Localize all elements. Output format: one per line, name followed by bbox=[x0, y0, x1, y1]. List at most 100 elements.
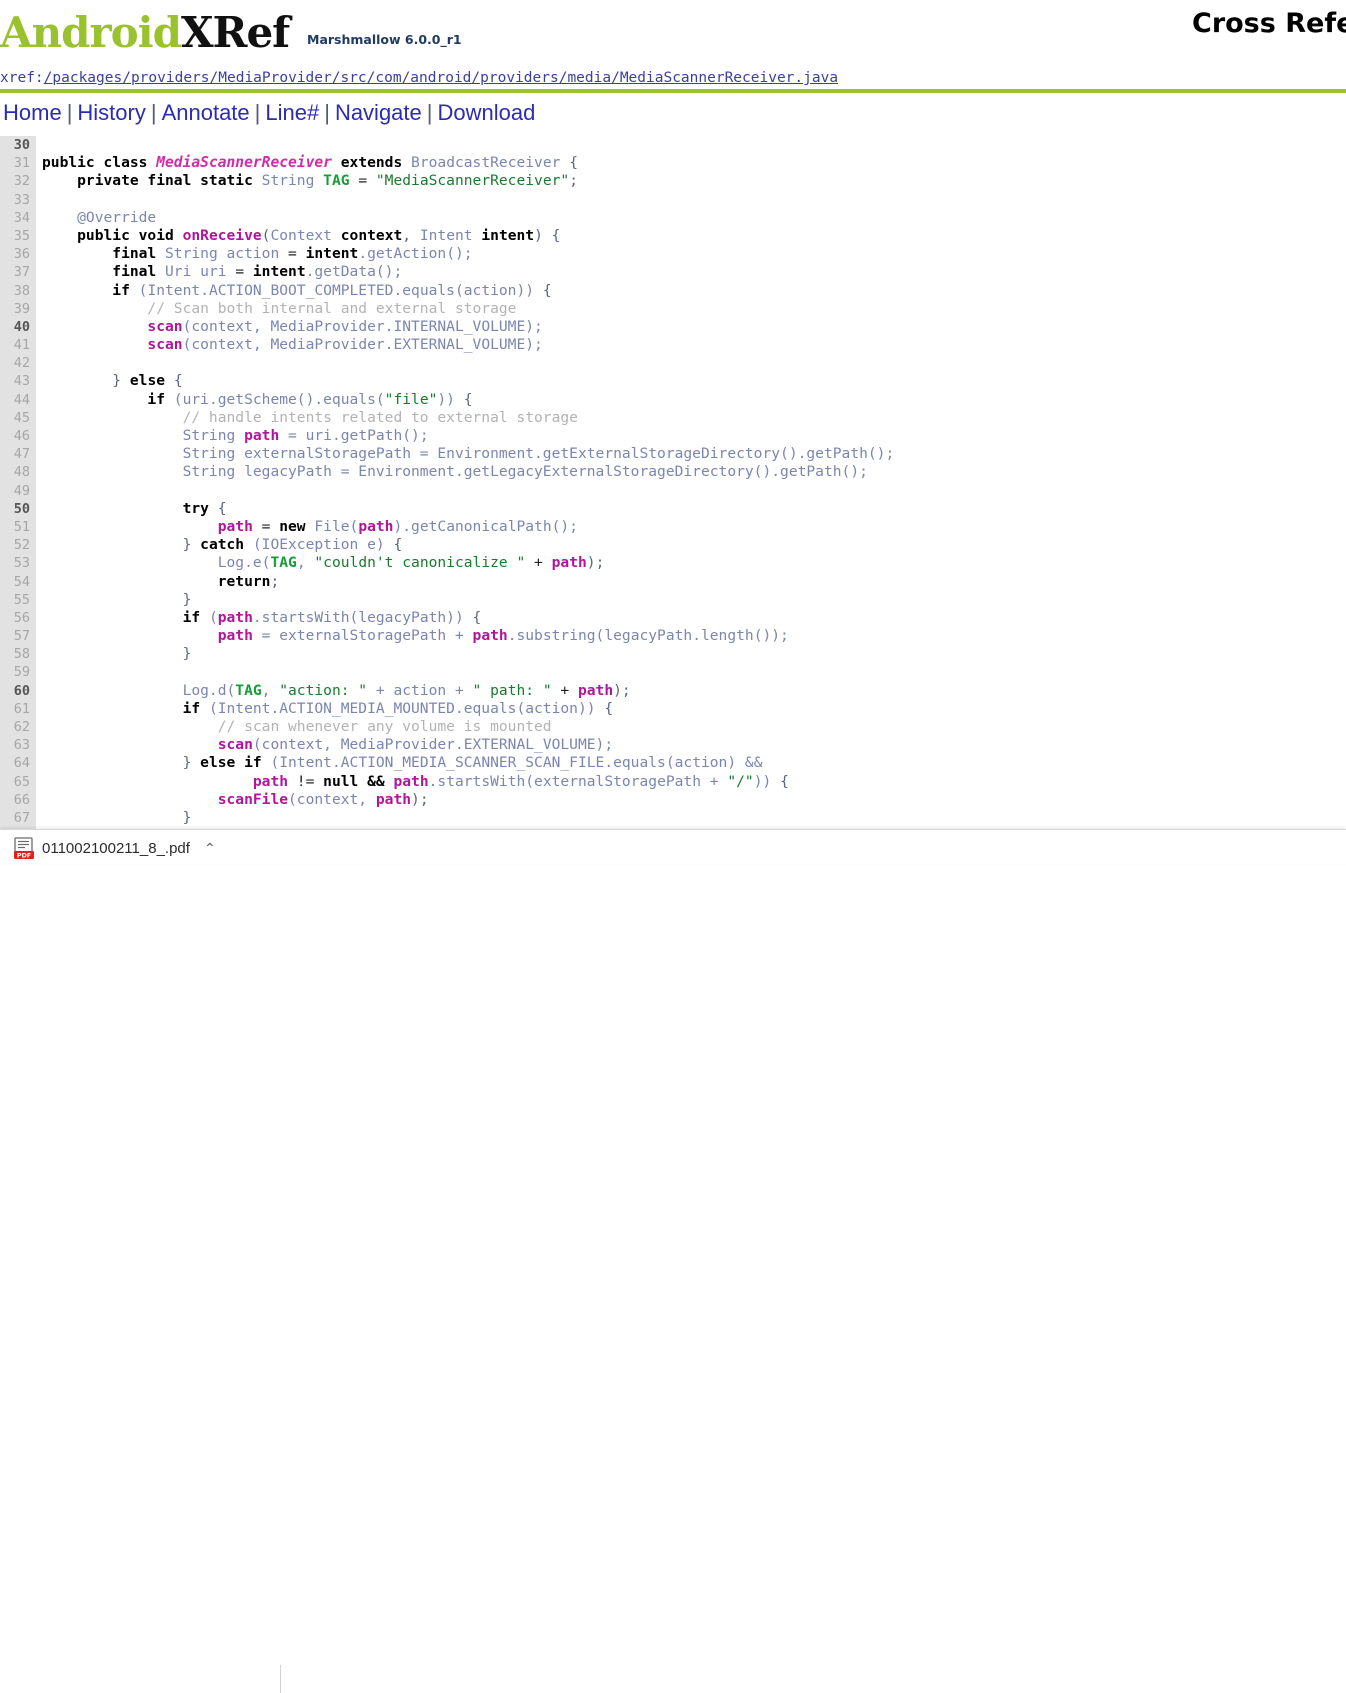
line-number[interactable]: 48 bbox=[0, 463, 30, 481]
line-number[interactable]: 30 bbox=[0, 136, 30, 154]
code-line: 40 scan(context, MediaProvider.INTERNAL_… bbox=[0, 318, 1346, 336]
code-line: 66 scanFile(context, path); bbox=[0, 791, 1346, 809]
code-line: 43 } else { bbox=[0, 372, 1346, 390]
line-number[interactable]: 45 bbox=[0, 409, 30, 427]
code-token-st: "action: " bbox=[279, 681, 368, 699]
download-item[interactable]: PDF 011002100211_8_.pdf ⌃ bbox=[14, 835, 216, 861]
code-token-ty: (Intent.ACTION_MEDIA_MOUNTED.equals(acti… bbox=[208, 699, 605, 717]
code-line-text: String legacyPath = Environment.getLegac… bbox=[42, 463, 868, 481]
code-token-kw: if bbox=[42, 390, 174, 408]
line-number[interactable]: 34 bbox=[0, 209, 30, 227]
source-code-viewer[interactable]: 30 31 public class MediaScannerReceiver ex… bbox=[0, 136, 1346, 836]
code-line-text: path = externalStoragePath + path.substr… bbox=[42, 627, 789, 645]
line-number[interactable]: 58 bbox=[0, 645, 30, 663]
line-number[interactable]: 49 bbox=[0, 482, 30, 500]
nav-item-download[interactable]: Download bbox=[438, 100, 536, 125]
code-token-ty: (context, MediaProvider.EXTERNAL_VOLUME)… bbox=[252, 736, 614, 754]
code-token-vr: path bbox=[42, 517, 253, 535]
code-token-ty: (IOException e) bbox=[252, 536, 394, 554]
line-number[interactable]: 51 bbox=[0, 518, 30, 536]
nav-item-history[interactable]: History bbox=[77, 100, 145, 125]
code-token-ty: Log.e( bbox=[42, 554, 271, 572]
code-token-ty: String bbox=[261, 172, 324, 190]
code-token-pl: { bbox=[463, 390, 473, 408]
line-number[interactable]: 53 bbox=[0, 554, 30, 572]
code-token-ty: String externalStoragePath = Environment… bbox=[42, 445, 895, 463]
code-token-ty: , bbox=[261, 681, 280, 699]
line-number[interactable]: 59 bbox=[0, 663, 30, 681]
xref-path[interactable]: /packages/providers/MediaProvider/src/co… bbox=[44, 70, 838, 86]
line-number[interactable]: 56 bbox=[0, 609, 30, 627]
line-number[interactable]: 39 bbox=[0, 300, 30, 318]
line-number[interactable]: 40 bbox=[0, 318, 30, 336]
chevron-up-icon[interactable]: ⌃ bbox=[204, 840, 216, 857]
nav-item-navigate[interactable]: Navigate bbox=[335, 100, 422, 125]
code-line: 67 } bbox=[0, 809, 1346, 827]
line-number[interactable]: 31 bbox=[0, 154, 30, 172]
code-token-cm: // scan whenever any volume is mounted bbox=[42, 718, 552, 735]
line-number[interactable]: 66 bbox=[0, 791, 30, 809]
code-token-vr: path bbox=[375, 790, 412, 808]
code-line: 33 bbox=[0, 191, 1346, 209]
line-number[interactable]: 61 bbox=[0, 700, 30, 718]
code-line: 44 if (uri.getScheme().equals("file")) { bbox=[0, 391, 1346, 409]
code-line: 57 path = externalStoragePath + path.sub… bbox=[0, 627, 1346, 645]
line-number[interactable]: 41 bbox=[0, 336, 30, 354]
line-number[interactable]: 46 bbox=[0, 427, 30, 445]
line-number[interactable]: 36 bbox=[0, 245, 30, 263]
code-token-ty: Log.d( bbox=[42, 681, 236, 699]
code-line-text: scan(context, MediaProvider.INTERNAL_VOL… bbox=[42, 317, 543, 336]
code-token-pl: { bbox=[217, 499, 227, 517]
pdf-file-icon: PDF bbox=[14, 837, 34, 860]
nav-separator: | bbox=[426, 100, 433, 125]
line-number[interactable]: 50 bbox=[0, 500, 30, 518]
code-token-ty: String action bbox=[165, 245, 289, 263]
line-number[interactable]: 52 bbox=[0, 536, 30, 554]
code-line: 64 } else if (Intent.ACTION_MEDIA_SCANNE… bbox=[0, 754, 1346, 772]
code-token-op: + bbox=[551, 681, 578, 699]
line-number[interactable]: 42 bbox=[0, 354, 30, 372]
line-number[interactable]: 63 bbox=[0, 736, 30, 754]
nav-item-line-number[interactable]: Line# bbox=[265, 100, 319, 125]
code-line: 61 if (Intent.ACTION_MEDIA_MOUNTED.equal… bbox=[0, 700, 1346, 718]
code-line-text: } catch (IOException e) { bbox=[42, 536, 403, 554]
code-token-kw: public class bbox=[42, 154, 157, 172]
code-line: 41 scan(context, MediaProvider.EXTERNAL_… bbox=[0, 336, 1346, 354]
code-token-pl: } bbox=[42, 808, 192, 826]
code-token-vr: path bbox=[217, 608, 253, 626]
line-number[interactable]: 64 bbox=[0, 754, 30, 772]
code-line: 34 @Override bbox=[0, 209, 1346, 227]
code-line-text: try { bbox=[42, 500, 227, 518]
code-token-vr: path bbox=[393, 772, 429, 790]
code-line: 42 bbox=[0, 354, 1346, 372]
line-number[interactable]: 47 bbox=[0, 445, 30, 463]
line-number[interactable]: 57 bbox=[0, 627, 30, 645]
android-version-label: Marshmallow 6.0.0_r1 bbox=[307, 32, 462, 47]
nav-separator: | bbox=[66, 100, 73, 125]
line-number[interactable]: 32 bbox=[0, 172, 30, 190]
code-token-st: "couldn't canonicalize " bbox=[314, 554, 526, 572]
nav-item-home[interactable]: Home bbox=[3, 100, 62, 125]
code-token-kw: try bbox=[42, 499, 218, 517]
line-number[interactable]: 37 bbox=[0, 263, 30, 281]
androidxref-logo: AndroidXRef bbox=[0, 8, 290, 57]
code-line-text: private final static String TAG = "Media… bbox=[42, 172, 578, 190]
line-number[interactable]: 67 bbox=[0, 809, 30, 827]
code-token-st: "file" bbox=[384, 390, 438, 408]
line-number[interactable]: 60 bbox=[0, 682, 30, 700]
line-number[interactable]: 38 bbox=[0, 282, 30, 300]
nav-item-annotate[interactable]: Annotate bbox=[162, 100, 250, 125]
code-token-ty: )) bbox=[437, 390, 464, 408]
line-number[interactable]: 65 bbox=[0, 773, 30, 791]
code-token-ty: File( bbox=[314, 517, 359, 535]
code-token-cn: TAG bbox=[235, 681, 262, 699]
code-token-vr: path bbox=[577, 681, 614, 699]
line-number[interactable]: 54 bbox=[0, 573, 30, 591]
code-token-ty: (context, MediaProvider.INTERNAL_VOLUME)… bbox=[182, 317, 543, 335]
line-number[interactable]: 55 bbox=[0, 591, 30, 609]
line-number[interactable]: 35 bbox=[0, 227, 30, 245]
line-number[interactable]: 43 bbox=[0, 372, 30, 390]
line-number[interactable]: 62 bbox=[0, 718, 30, 736]
line-number[interactable]: 33 bbox=[0, 191, 30, 209]
line-number[interactable]: 44 bbox=[0, 391, 30, 409]
